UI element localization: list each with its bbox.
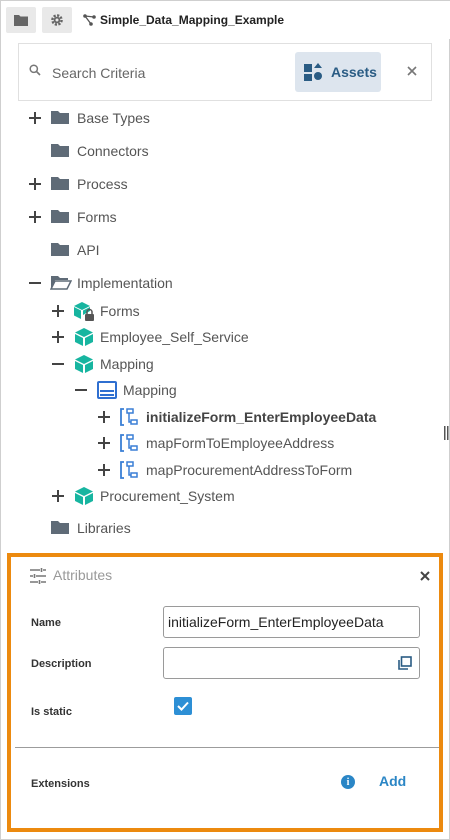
name-label: Name	[31, 617, 61, 629]
sliders-icon	[30, 568, 46, 584]
resize-handle[interactable]	[444, 426, 449, 440]
tree-item-method-initialize[interactable]: initializeForm_EnterEmployeeData	[97, 405, 437, 429]
collapse-icon[interactable]	[74, 383, 88, 397]
tree-item-employee-self-service[interactable]: Employee_Self_Service	[51, 325, 351, 349]
expand-icon[interactable]	[51, 330, 65, 344]
tree-item-process[interactable]: Process	[28, 172, 328, 196]
tree-item-label: Process	[77, 176, 128, 192]
collapse-icon[interactable]	[51, 357, 65, 371]
module-icon	[75, 487, 93, 505]
expand-icon[interactable]	[51, 489, 65, 503]
tree-item-label: Connectors	[77, 143, 149, 159]
tree-item-connectors[interactable]: Connectors	[28, 139, 328, 163]
folder-icon	[51, 177, 69, 190]
search-input[interactable]	[52, 62, 282, 84]
folder-icon	[51, 111, 69, 124]
tree-item-label: mapFormToEmployeeAddress	[146, 435, 335, 451]
description-label: Description	[31, 658, 92, 670]
tree-item-label: Implementation	[77, 275, 173, 291]
search-bar: Assets	[18, 43, 432, 101]
tree-item-impl-forms[interactable]: Forms	[51, 299, 351, 323]
expand-editor-icon[interactable]	[398, 656, 412, 670]
tree-item-label: API	[77, 242, 100, 258]
attributes-panel: Attributes Name Description Is static Ex…	[7, 553, 443, 832]
search-icon	[29, 64, 41, 76]
assets-label: Assets	[331, 64, 377, 80]
expand-icon[interactable]	[97, 463, 111, 477]
tree-item-label: Procurement_System	[100, 488, 235, 504]
close-icon[interactable]	[420, 571, 430, 581]
tree-item-label: mapProcurementAddressToForm	[146, 462, 353, 478]
expand-icon[interactable]	[28, 111, 42, 125]
folder-button[interactable]	[6, 7, 36, 33]
divider	[15, 747, 439, 748]
tree-item-label: Libraries	[77, 520, 131, 536]
class-icon	[97, 381, 117, 399]
tree-item-method-map-procurement[interactable]: mapProcurementAddressToForm	[97, 458, 437, 482]
method-icon	[120, 461, 138, 479]
tree-item-procurement-system[interactable]: Procurement_System	[51, 484, 351, 508]
expand-icon[interactable]	[51, 304, 65, 318]
method-icon	[120, 408, 138, 426]
tree-item-label: Employee_Self_Service	[100, 329, 249, 345]
expand-icon[interactable]	[28, 177, 42, 191]
collapse-icon[interactable]	[28, 276, 42, 290]
folder-icon	[51, 521, 69, 534]
folder-icon	[51, 243, 69, 256]
app-frame: Simple_Data_Mapping_Example Assets Base …	[0, 0, 450, 840]
is-static-checkbox[interactable]	[174, 697, 192, 715]
assets-button[interactable]: Assets	[295, 52, 381, 92]
project-title[interactable]: Simple_Data_Mapping_Example	[83, 10, 284, 30]
module-icon	[75, 328, 93, 346]
close-icon[interactable]	[404, 63, 420, 79]
tree-item-forms[interactable]: Forms	[28, 205, 328, 229]
method-icon	[120, 434, 138, 452]
open-folder-icon	[50, 276, 72, 290]
tree-item-label: initializeForm_EnterEmployeeData	[146, 409, 377, 425]
expand-icon[interactable]	[97, 410, 111, 424]
tree-item-label: Mapping	[123, 382, 177, 398]
extensions-label: Extensions	[31, 778, 90, 790]
folder-icon	[51, 210, 69, 223]
is-static-label: Is static	[31, 706, 72, 718]
tree-item-base-types[interactable]: Base Types	[28, 106, 328, 130]
name-field[interactable]	[163, 606, 420, 638]
project-tree-icon	[83, 14, 96, 26]
checkmark-icon	[177, 701, 189, 711]
tree-item-implementation[interactable]: Implementation	[28, 271, 328, 295]
expand-icon[interactable]	[97, 436, 111, 450]
project-title-label: Simple_Data_Mapping_Example	[100, 13, 285, 27]
settings-button[interactable]	[42, 7, 72, 33]
description-field[interactable]	[163, 647, 420, 679]
expand-icon[interactable]	[28, 210, 42, 224]
folder-icon	[14, 15, 28, 26]
tree-item-label: Mapping	[100, 356, 154, 372]
tree-item-libraries[interactable]: Libraries	[28, 516, 328, 540]
info-icon[interactable]: i	[341, 775, 355, 789]
tree-item-label: Base Types	[77, 110, 150, 126]
tree-item-label: Forms	[77, 209, 117, 225]
tree-item-method-map-form-to-employee[interactable]: mapFormToEmployeeAddress	[97, 431, 437, 455]
tree-item-label: Forms	[100, 303, 140, 319]
gear-icon	[51, 14, 63, 26]
tree-item-mapping-module[interactable]: Mapping	[51, 352, 351, 376]
tree-item-mapping-class[interactable]: Mapping	[74, 378, 374, 402]
tree-item-api[interactable]: API	[28, 238, 328, 262]
assets-icon	[304, 63, 322, 81]
toolbar: Simple_Data_Mapping_Example	[1, 1, 450, 39]
module-icon	[75, 355, 93, 373]
locked-module-icon	[74, 302, 94, 321]
add-extension-button[interactable]: Add	[379, 773, 406, 789]
attributes-title: Attributes	[53, 567, 113, 583]
folder-icon	[51, 144, 69, 157]
